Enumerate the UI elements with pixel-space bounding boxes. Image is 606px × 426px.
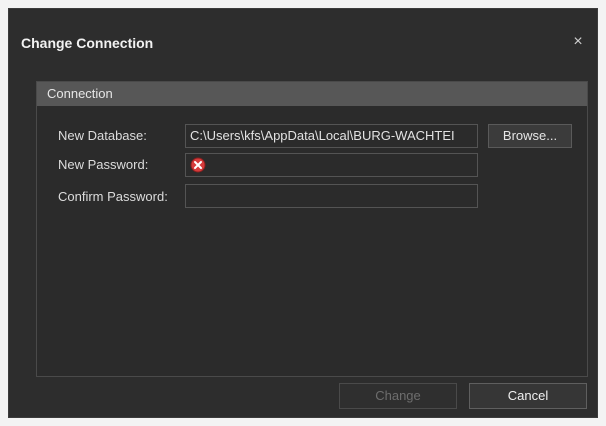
- confirm-password-field[interactable]: [185, 184, 478, 208]
- new-database-field[interactable]: C:\Users\kfs\AppData\Local\BURG-WACHTEI: [185, 124, 478, 148]
- new-password-field[interactable]: [185, 153, 478, 177]
- cancel-button[interactable]: Cancel: [469, 383, 587, 409]
- new-password-label: New Password:: [58, 157, 149, 172]
- dialog-titlebar: Change Connection ×: [9, 9, 597, 75]
- connection-groupbox: Connection New Database: C:\Users\kfs\Ap…: [36, 81, 588, 377]
- connection-group-header: Connection: [37, 82, 587, 106]
- new-database-value: C:\Users\kfs\AppData\Local\BURG-WACHTEI: [190, 128, 455, 143]
- confirm-password-label: Confirm Password:: [58, 189, 168, 204]
- browse-button[interactable]: Browse...: [488, 124, 572, 148]
- close-button[interactable]: ×: [567, 31, 589, 53]
- change-connection-dialog: Change Connection × Connection New Datab…: [8, 8, 598, 418]
- new-database-label: New Database:: [58, 128, 147, 143]
- error-icon: [190, 157, 206, 173]
- dialog-title: Change Connection: [21, 35, 154, 51]
- change-button[interactable]: Change: [339, 383, 457, 409]
